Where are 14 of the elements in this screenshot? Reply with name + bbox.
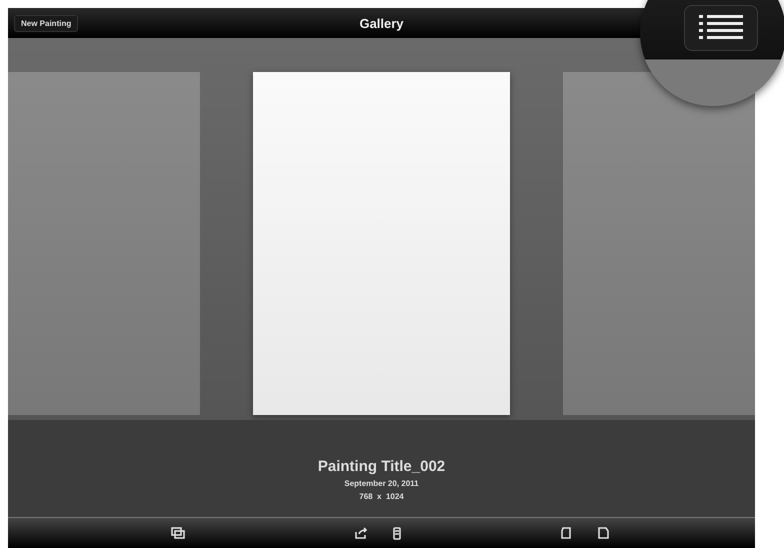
copy-icon[interactable] xyxy=(171,526,185,540)
new-painting-button[interactable]: New Painting xyxy=(14,14,78,32)
list-icon xyxy=(699,15,743,41)
painting-thumbnail[interactable] xyxy=(563,72,755,415)
list-view-button[interactable] xyxy=(684,5,758,51)
painting-thumbnail[interactable] xyxy=(8,72,200,415)
painting-date: September 20, 2011 xyxy=(344,479,419,488)
share-icon[interactable] xyxy=(354,526,368,540)
rotate-right-icon[interactable] xyxy=(596,526,610,540)
painting-size: 768 x 1024 xyxy=(359,492,404,501)
trash-icon[interactable] xyxy=(390,526,404,540)
gallery-title: Gallery xyxy=(359,16,404,30)
rotate-left-icon[interactable] xyxy=(559,526,573,540)
painting-title: Painting Title_002 xyxy=(318,458,446,475)
